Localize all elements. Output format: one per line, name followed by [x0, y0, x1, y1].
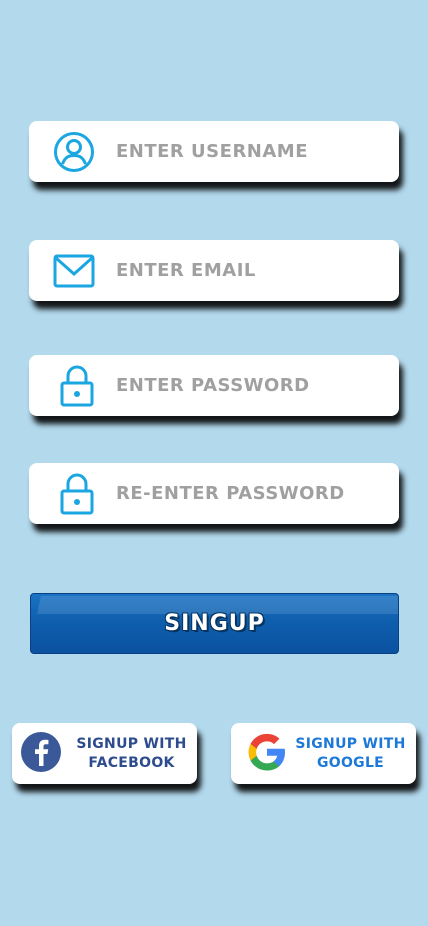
user-circle-icon [53, 131, 95, 173]
signup-google-line2: GOOGLE [316, 754, 385, 771]
signup-google-button[interactable]: SIGNUP WITH GOOGLE [231, 723, 416, 784]
envelope-icon [53, 254, 95, 288]
username-field[interactable] [29, 121, 399, 182]
facebook-icon [20, 731, 62, 777]
signup-facebook-button[interactable]: SIGNUP WITH FACEBOOK [12, 723, 197, 784]
email-field[interactable] [29, 240, 399, 301]
signup-facebook-line1: SIGNUP WITH [76, 735, 187, 752]
signup-facebook-line2: FACEBOOK [88, 754, 175, 771]
signup-google-line1: SIGNUP WITH [295, 735, 406, 752]
google-icon [245, 730, 289, 778]
confirm-password-input[interactable] [116, 463, 386, 524]
lock-icon [59, 473, 95, 515]
email-input[interactable] [116, 240, 386, 301]
signup-facebook-text: SIGNUP WITH FACEBOOK [72, 723, 191, 784]
username-input[interactable] [116, 121, 386, 182]
password-input[interactable] [116, 355, 386, 416]
signup-google-text: SIGNUP WITH GOOGLE [291, 723, 410, 784]
lock-icon [59, 365, 95, 407]
confirm-password-field[interactable] [29, 463, 399, 524]
signup-button[interactable]: SINGUP [30, 593, 399, 654]
signup-button-label: SINGUP [164, 611, 265, 636]
password-field[interactable] [29, 355, 399, 416]
